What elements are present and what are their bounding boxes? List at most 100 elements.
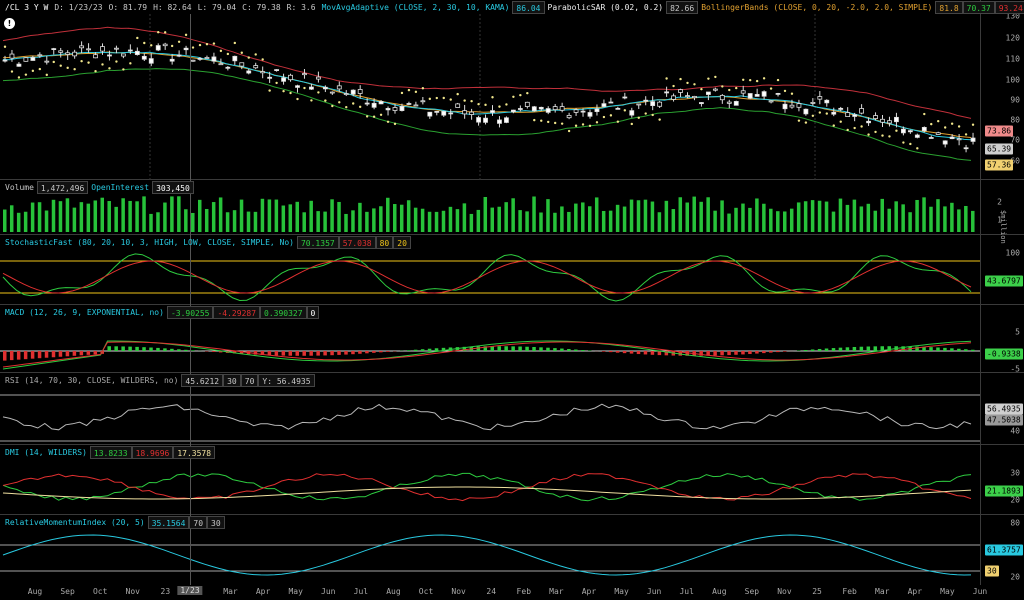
rsi-axis[interactable]: 40 56.4935 47.5038 — [980, 373, 1024, 444]
candle-body — [789, 104, 795, 108]
volume-bar — [922, 197, 926, 232]
volume-bar — [845, 204, 850, 232]
candle-body — [838, 107, 844, 110]
rmi-pane[interactable]: RelativeMomentumIndex (20, 5) 35.1564 70… — [0, 515, 1024, 585]
time-axis-label: Apr — [255, 587, 271, 596]
sar-value: 82.66 — [666, 1, 699, 14]
rmi-label[interactable]: RelativeMomentumIndex (20, 5) — [2, 516, 148, 529]
macd-axis[interactable]: 5 -5 -0.9338 — [980, 305, 1024, 374]
candle-body — [406, 103, 412, 105]
rsi-y: Y: 56.4935 — [258, 374, 315, 387]
sar-dot — [783, 89, 787, 93]
candle-body — [225, 66, 231, 69]
stochastic-tick: 100 — [1005, 248, 1020, 258]
sar-dot — [24, 73, 28, 76]
candle-body — [852, 114, 858, 117]
sar-dot — [867, 133, 870, 136]
oi-label[interactable]: OpenInterest — [88, 181, 152, 194]
candle-body — [232, 55, 238, 62]
dmi-pane[interactable]: DMI (14, WILDERS) 13.8233 18.9696 17.357… — [0, 445, 1024, 515]
sar-dot — [38, 67, 42, 71]
rsi-pane[interactable]: RSI (14, 70, 30, CLOSE, WILDERS, no) 45.… — [0, 373, 1024, 445]
price-pane[interactable]: /CL 3 Y W D: 1/23/23 O: 81.79 H: 82.64 L… — [0, 0, 1024, 180]
sar-dot — [616, 120, 620, 123]
sar-dot — [73, 68, 76, 71]
macd-histogram-bar — [330, 351, 334, 356]
candle-body — [810, 102, 816, 104]
sar-dot — [602, 115, 606, 119]
price-plot[interactable] — [0, 0, 980, 180]
volume-bar — [149, 213, 153, 232]
time-axis[interactable]: Aug Sep Oct Nov 23 Mar Apr May Jun Jul Aug Oct Nov 24… — [0, 585, 1024, 600]
sar-dot — [449, 98, 452, 101]
dmi-axis[interactable]: 30 20 21.1893 — [980, 445, 1024, 514]
candle-body — [524, 101, 530, 107]
macd-tick: 5 — [1015, 327, 1020, 337]
sar-dot — [860, 125, 863, 128]
volume-bar — [448, 206, 453, 232]
sar-dot — [170, 44, 174, 48]
sar-dot — [665, 77, 668, 80]
macd-label[interactable]: MACD (12, 26, 9, EXPONENTIAL, no) — [2, 306, 167, 319]
kama-label[interactable]: MovAvgAdaptive (CLOSE, 2, 30, 10, KAMA) — [319, 1, 513, 14]
volume-bar — [859, 206, 864, 232]
volume-bar — [546, 199, 550, 232]
candle-body — [615, 107, 621, 110]
symbol-label[interactable]: /CL 3 Y W — [2, 1, 51, 14]
volume-bar — [393, 204, 397, 232]
volume-axis[interactable]: 2 1 $million — [980, 180, 1024, 244]
price-chart-svg — [2, 14, 976, 180]
time-axis-label: 23 — [160, 587, 171, 596]
volume-bar — [100, 197, 104, 232]
sar-dot — [3, 45, 7, 48]
candle-body — [274, 69, 280, 71]
stochastic-pane[interactable]: StochasticFast (80, 20, 10, 3, HIGH, LOW… — [0, 235, 1024, 305]
bb-lower-tag: 57.36 — [985, 159, 1014, 171]
volume-bar — [776, 211, 780, 232]
bb-label[interactable]: BollingerBands (CLOSE, 0, 20, -2.0, 2.0,… — [698, 1, 935, 14]
stochastic-label[interactable]: StochasticFast (80, 20, 10, 3, HIGH, LOW… — [2, 236, 297, 249]
sar-label[interactable]: ParabolicSAR (0.02, 0.2) — [545, 1, 667, 14]
volume-bar — [915, 199, 919, 232]
macd-histogram-bar — [344, 351, 348, 355]
sar-dot — [839, 120, 842, 123]
volume-bar — [532, 196, 536, 232]
macd-pane[interactable]: MACD (12, 26, 9, EXPONENTIAL, no) -3.902… — [0, 305, 1024, 374]
stochastic-axis[interactable]: 100 43.6797 — [980, 235, 1024, 304]
sar-dot — [505, 103, 508, 106]
rsi-label[interactable]: RSI (14, 70, 30, CLOSE, WILDERS, no) — [2, 374, 181, 387]
volume-bar — [539, 212, 543, 232]
volume-label[interactable]: Volume — [2, 181, 37, 194]
sar-dot — [254, 53, 257, 56]
sar-dot — [282, 89, 285, 93]
sar-dot — [790, 92, 794, 95]
candle-body — [476, 117, 481, 123]
candle-body — [622, 96, 628, 99]
macd-histogram-bar — [824, 348, 829, 351]
volume-bar — [824, 201, 829, 232]
volume-bar — [372, 208, 376, 232]
sar-dot — [45, 73, 48, 77]
macd-histogram-bar — [386, 351, 390, 352]
volume-bar — [462, 203, 467, 232]
volume-header: Volume 1,472,496 OpenInterest 303,450 — [2, 181, 194, 194]
volume-bar — [685, 202, 689, 232]
macd-histogram-bar — [971, 349, 975, 351]
rmi-tick: 20 — [1010, 572, 1020, 582]
volume-bar — [574, 203, 578, 232]
volume-bar — [629, 199, 634, 232]
volume-bar — [246, 211, 251, 232]
volume-pane[interactable]: Volume 1,472,496 OpenInterest 303,450 2 … — [0, 180, 1024, 244]
dmi-label[interactable]: DMI (14, WILDERS) — [2, 446, 90, 459]
volume-bar — [455, 209, 460, 232]
sar-dot — [150, 44, 153, 47]
candle-body — [699, 102, 704, 105]
candle-body — [775, 93, 781, 95]
volume-bar — [434, 211, 439, 232]
rmi-axis[interactable]: 80 20 61.3757 30 — [980, 515, 1024, 585]
macd-histogram-bar — [156, 347, 160, 351]
dmi-tick: 20 — [1010, 495, 1020, 505]
candle-body — [350, 89, 356, 95]
price-axis[interactable]: 130 120 110 100 90 80 70 60 73.86 65.39 … — [980, 0, 1024, 179]
candle-body — [315, 76, 321, 80]
